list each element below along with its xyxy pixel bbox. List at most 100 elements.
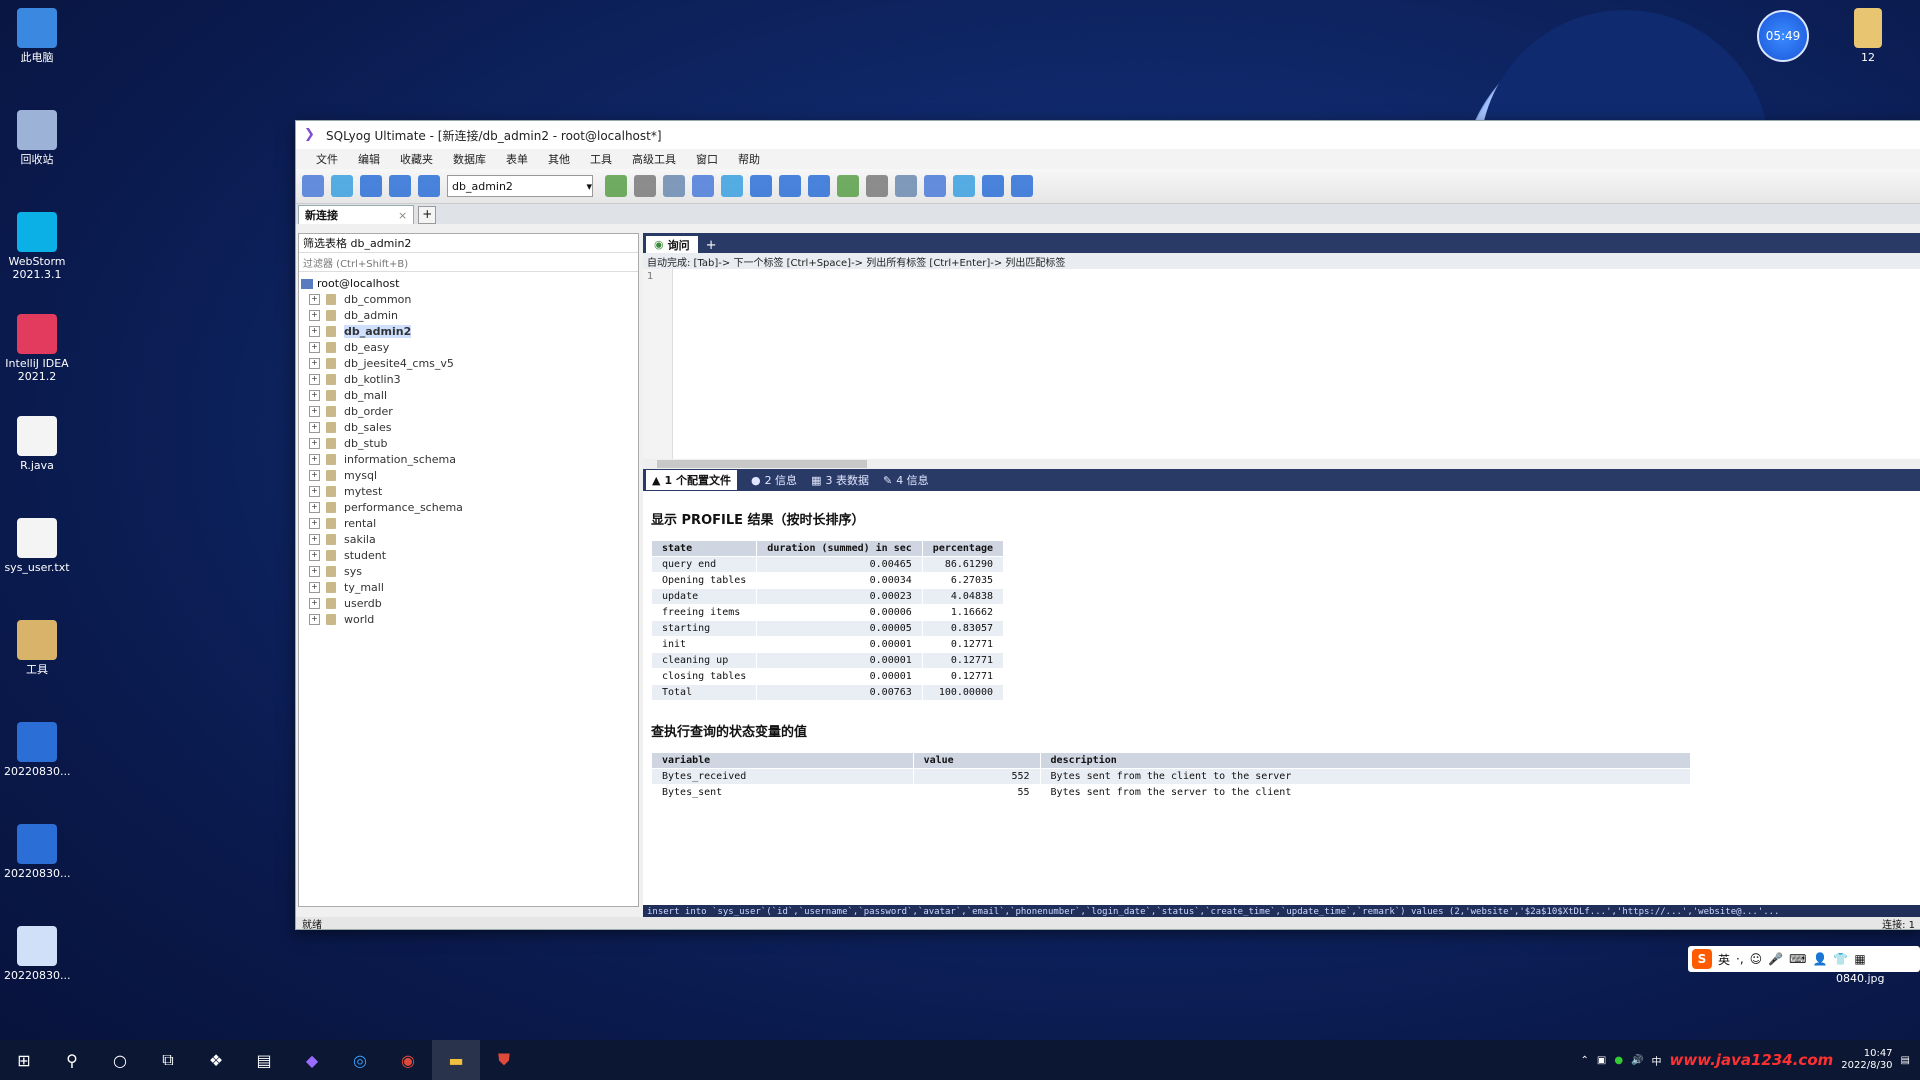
result-tab[interactable]: ✎ 4 信息 [883,472,929,488]
column-header[interactable]: variable [651,752,914,769]
user-icon[interactable] [866,175,888,197]
column-header[interactable]: duration (summed) in sec [756,540,923,557]
table-row[interactable]: freeing items 0.00006 1.16662 [650,604,1005,621]
table-row[interactable]: update 0.00023 4.04838 [650,588,1005,605]
table-row[interactable]: closing tables 0.00001 0.12771 [650,668,1005,685]
chart-icon[interactable] [1011,175,1033,197]
expand-icon[interactable]: + [309,453,320,465]
desktop-icon-folder[interactable]: 12 [1835,8,1901,64]
backup-icon[interactable] [634,175,656,197]
tree-item-database[interactable]: + db_kotlin3 [301,371,636,387]
expand-icon[interactable]: + [309,517,320,529]
log-icon[interactable] [953,175,975,197]
table-row[interactable]: Bytes_received 552 Bytes sent from the cli… [651,768,1692,785]
table-row[interactable]: cleaning up 0.00001 0.12771 [650,652,1005,669]
chevron-up-icon[interactable]: ⌃ [1580,1055,1588,1066]
new-query-tab-button[interactable]: + [706,238,717,253]
table-row[interactable]: init 0.00001 0.12771 [650,636,1005,653]
scroll-thumb[interactable] [657,460,867,468]
mic-icon[interactable]: 🎤 [1768,952,1783,966]
new-query-icon[interactable] [331,175,353,197]
tree-item-database[interactable]: + db_sales [301,419,636,435]
desktop-icon[interactable]: IntelliJ IDEA 2021.2 [4,314,70,383]
user-icon[interactable]: 👤 [1812,952,1827,966]
tree-root[interactable]: root@localhost [301,276,636,291]
tree-item-database[interactable]: + sakila [301,531,636,547]
tree-item-database[interactable]: + world [301,611,636,627]
expand-icon[interactable]: + [309,565,320,577]
tree-item-database[interactable]: + ty_mall [301,579,636,595]
desktop-icon[interactable]: 20220830... [4,722,70,778]
tree-item-database[interactable]: + student [301,547,636,563]
expand-icon[interactable]: + [309,373,320,385]
ime-toolbar[interactable]: S 英 ·, ☺ 🎤 ⌨ 👤 👕 ▦ [1688,946,1920,972]
desktop-icon[interactable]: 此电脑 [4,8,70,64]
expand-icon[interactable]: + [309,549,320,561]
menu-item[interactable]: 窗口 [686,151,728,167]
tree-item-database[interactable]: + db_stub [301,435,636,451]
desktop-icon[interactable]: 回收站 [4,110,70,166]
editor-hscrollbar[interactable] [643,459,1920,469]
menu-item[interactable]: 文件 [306,151,348,167]
desktop-icon[interactable]: R.java [4,416,70,472]
new-connection-icon[interactable] [302,175,324,197]
stop-icon[interactable] [418,175,440,197]
expand-icon[interactable]: + [309,437,320,449]
tree-item-database[interactable]: + db_admin [301,307,636,323]
menu-item[interactable]: 数据库 [443,151,496,167]
expand-icon[interactable]: + [309,405,320,417]
result-tab[interactable]: ● 2 信息 [751,472,797,488]
chrome-icon[interactable]: ◉ [384,1040,432,1080]
gear-icon[interactable] [924,175,946,197]
ime-indicator-icon[interactable]: 中 [1652,1053,1662,1068]
expand-icon[interactable]: + [309,597,320,609]
skin-icon[interactable]: 👕 [1833,952,1848,966]
result-tab[interactable]: ▲ 1 个配置文件 [646,470,737,490]
execute-icon[interactable] [360,175,382,197]
edge-icon[interactable]: ◎ [336,1040,384,1080]
search-icon[interactable]: ⚲ [48,1040,96,1080]
clock[interactable]: 10:47 2022/8/30 [1841,1048,1892,1072]
tree-item-database[interactable]: + sys [301,563,636,579]
desktop-icon[interactable]: 20220830... [4,824,70,880]
column-header[interactable]: percentage [921,540,1005,557]
taskview-icon[interactable]: ⧉ [144,1040,192,1080]
cortana-icon[interactable]: ○ [96,1040,144,1080]
tree-item-database[interactable]: + db_admin2 [301,323,636,339]
tree-item-database[interactable]: + db_common [301,291,636,307]
tree-item-database[interactable]: + mysql [301,467,636,483]
menu-item[interactable]: 高级工具 [622,151,686,167]
explorer-icon[interactable]: ▬ [432,1040,480,1080]
restore-icon[interactable] [663,175,685,197]
expand-icon[interactable]: + [309,389,320,401]
table-row[interactable]: Bytes_sent 55 Bytes sent from the server t… [651,784,1692,801]
expand-icon[interactable]: + [309,613,320,625]
expand-icon[interactable]: + [309,421,320,433]
index-icon[interactable] [837,175,859,197]
expand-icon[interactable]: + [309,357,320,369]
desktop-icon[interactable]: 工具 [4,620,70,676]
menu-item[interactable]: 表单 [496,151,538,167]
import-icon[interactable] [692,175,714,197]
menu-item[interactable]: 收藏夹 [390,151,443,167]
tree-item-database[interactable]: + information_schema [301,451,636,467]
filter-input[interactable]: 过滤器 (Ctrl+Shift+B) [299,253,638,272]
expand-icon[interactable]: + [309,485,320,497]
desktop-icon[interactable]: 20220830... [4,926,70,982]
tree-item-database[interactable]: + db_mall [301,387,636,403]
ime-mode[interactable]: 英 [1718,951,1730,968]
expand-icon[interactable]: + [309,581,320,593]
table-row[interactable]: starting 0.00005 0.83057 [650,620,1005,637]
column-header[interactable]: value [912,752,1041,769]
schema-icon[interactable] [750,175,772,197]
result-tab[interactable]: ▦ 3 表数据 [811,472,869,488]
expand-icon[interactable]: + [309,309,320,321]
connection-tab[interactable]: 新连接 × [298,205,415,224]
profile-icon[interactable] [895,175,917,197]
export-icon[interactable] [721,175,743,197]
expand-icon[interactable]: + [309,533,320,545]
menu-item[interactable]: 其他 [538,151,580,167]
menu-item[interactable]: 帮助 [728,151,770,167]
desktop-icon[interactable]: WebStorm 2021.3.1 [4,212,70,281]
desktop-icon[interactable]: sys_user.txt [4,518,70,574]
